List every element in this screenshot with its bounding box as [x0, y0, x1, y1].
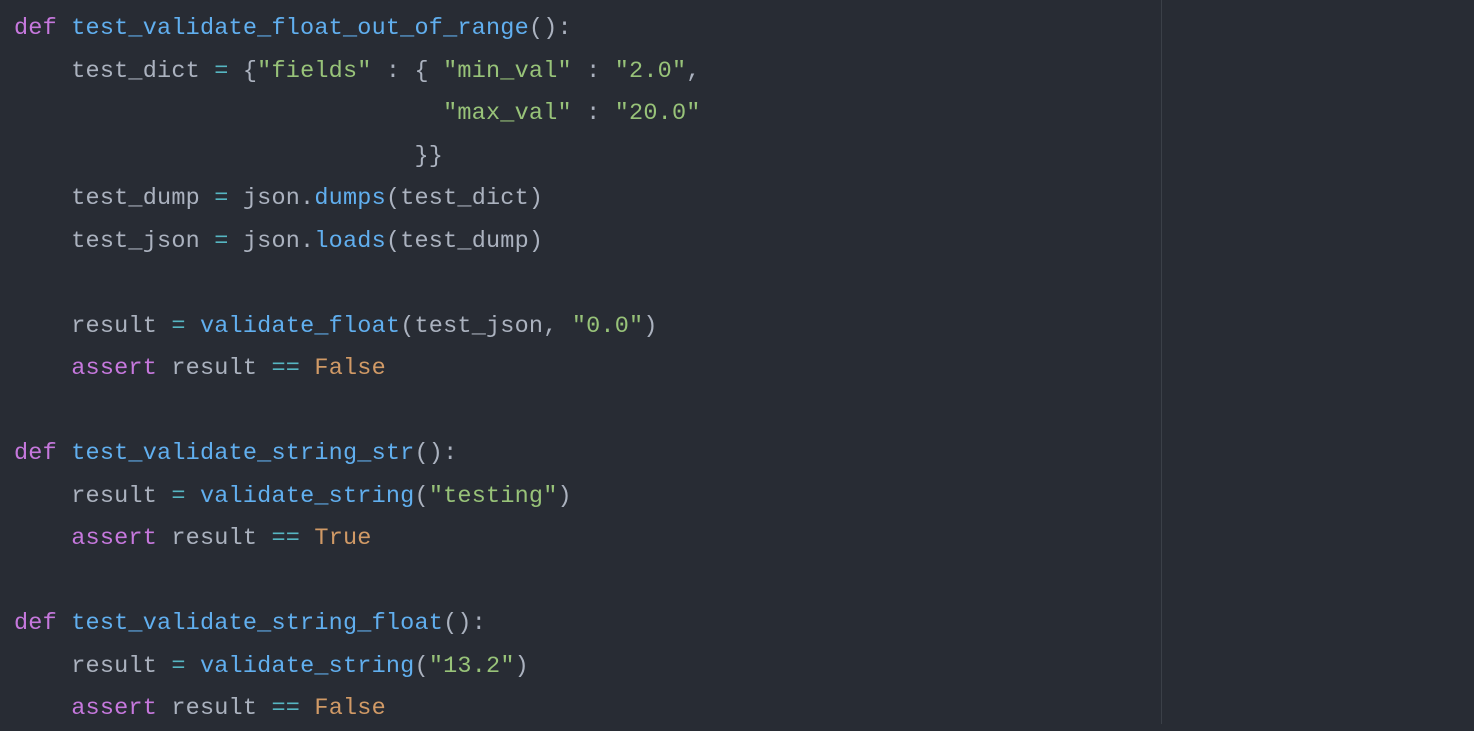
code-line[interactable]: "max_val" : "20.0"	[14, 93, 1474, 136]
code-token	[300, 695, 314, 722]
code-token: (test_json,	[400, 313, 572, 340]
code-token: test_validate_string_float	[71, 610, 443, 637]
code-line[interactable]: def test_validate_string_str():	[14, 433, 1474, 476]
code-token: )	[515, 653, 529, 680]
code-line[interactable]: assert result == False	[14, 688, 1474, 731]
code-token: "0.0"	[572, 313, 644, 340]
code-token	[186, 483, 200, 510]
code-token: "min_val"	[443, 58, 572, 85]
code-token	[14, 100, 443, 127]
code-token: def	[14, 15, 71, 42]
code-token	[186, 653, 200, 680]
code-token: =	[214, 228, 228, 255]
code-token: (test_dump)	[386, 228, 543, 255]
code-token: :	[572, 100, 615, 127]
code-token: )	[643, 313, 657, 340]
code-token: result	[14, 653, 171, 680]
code-token: assert	[71, 525, 157, 552]
code-token: "13.2"	[429, 653, 515, 680]
code-token: validate_float	[200, 313, 400, 340]
code-token: def	[14, 440, 71, 467]
code-line[interactable]	[14, 263, 1474, 306]
code-line[interactable]: test_json = json.loads(test_dump)	[14, 221, 1474, 264]
code-line[interactable]: }}	[14, 136, 1474, 179]
code-token: ==	[271, 525, 300, 552]
code-token: json.	[229, 228, 315, 255]
code-line[interactable]: result = validate_string("13.2")	[14, 646, 1474, 689]
code-token: result	[157, 355, 271, 382]
code-token: False	[314, 695, 386, 722]
code-token: ,	[686, 58, 700, 85]
code-token: validate_string	[200, 653, 415, 680]
code-token	[186, 313, 200, 340]
code-token: validate_string	[200, 483, 415, 510]
code-line[interactable]: def test_validate_string_float():	[14, 603, 1474, 646]
code-token: dumps	[314, 185, 386, 212]
code-token: "testing"	[429, 483, 558, 510]
code-token: =	[214, 185, 228, 212]
code-token	[14, 525, 71, 552]
code-token: test_validate_string_str	[71, 440, 414, 467]
code-token: =	[171, 653, 185, 680]
code-token: def	[14, 610, 71, 637]
code-token: ==	[271, 355, 300, 382]
code-token: True	[314, 525, 371, 552]
code-token: : {	[372, 58, 444, 85]
code-token	[14, 270, 28, 297]
code-token	[300, 525, 314, 552]
code-token: ==	[271, 695, 300, 722]
code-token: (	[415, 653, 429, 680]
code-line[interactable]: def test_validate_float_out_of_range():	[14, 8, 1474, 51]
code-token: =	[171, 483, 185, 510]
code-token: test_dump	[14, 185, 214, 212]
code-editor[interactable]: def test_validate_float_out_of_range () : …	[0, 0, 1474, 731]
code-token: assert	[71, 695, 157, 722]
code-token: loads	[314, 228, 386, 255]
code-line[interactable]	[14, 561, 1474, 604]
code-token: (	[415, 483, 429, 510]
code-token: ():	[529, 15, 572, 42]
code-token: "20.0"	[615, 100, 701, 127]
code-token: "2.0"	[615, 58, 687, 85]
code-line[interactable]: result = validate_string("testing")	[14, 476, 1474, 519]
code-line[interactable]: assert result == True	[14, 518, 1474, 561]
code-token: json.	[229, 185, 315, 212]
code-line[interactable]: result = validate_float(test_json, "0.0"…	[14, 306, 1474, 349]
code-line[interactable]: assert result == False	[14, 348, 1474, 391]
code-token: {	[229, 58, 258, 85]
code-token: result	[14, 313, 171, 340]
code-token	[300, 355, 314, 382]
code-token	[14, 568, 28, 595]
code-token: result	[157, 695, 271, 722]
code-token: (test_dict)	[386, 185, 543, 212]
code-token: result	[157, 525, 271, 552]
code-token: result	[14, 483, 171, 510]
code-token: =	[171, 313, 185, 340]
code-token: "fields"	[257, 58, 371, 85]
code-token	[14, 695, 71, 722]
code-token	[14, 355, 71, 382]
code-token: )	[558, 483, 572, 510]
code-token: ():	[443, 610, 486, 637]
code-token	[14, 398, 28, 425]
code-token: ():	[414, 440, 457, 467]
code-token: test_dict	[14, 58, 214, 85]
code-token: "max_val"	[443, 100, 572, 127]
code-token: }}	[14, 143, 443, 170]
editor-ruler	[1161, 0, 1162, 724]
code-token: test_validate_float_out_of_range	[71, 15, 529, 42]
code-token: False	[314, 355, 386, 382]
code-token: =	[214, 58, 228, 85]
code-line[interactable]: test_dump = json.dumps(test_dict)	[14, 178, 1474, 221]
code-token: assert	[71, 355, 157, 382]
code-token: :	[572, 58, 615, 85]
code-line[interactable]	[14, 391, 1474, 434]
code-line[interactable]: test_dict = {"fields" : { "min_val" : "2…	[14, 51, 1474, 94]
code-token: test_json	[14, 228, 214, 255]
